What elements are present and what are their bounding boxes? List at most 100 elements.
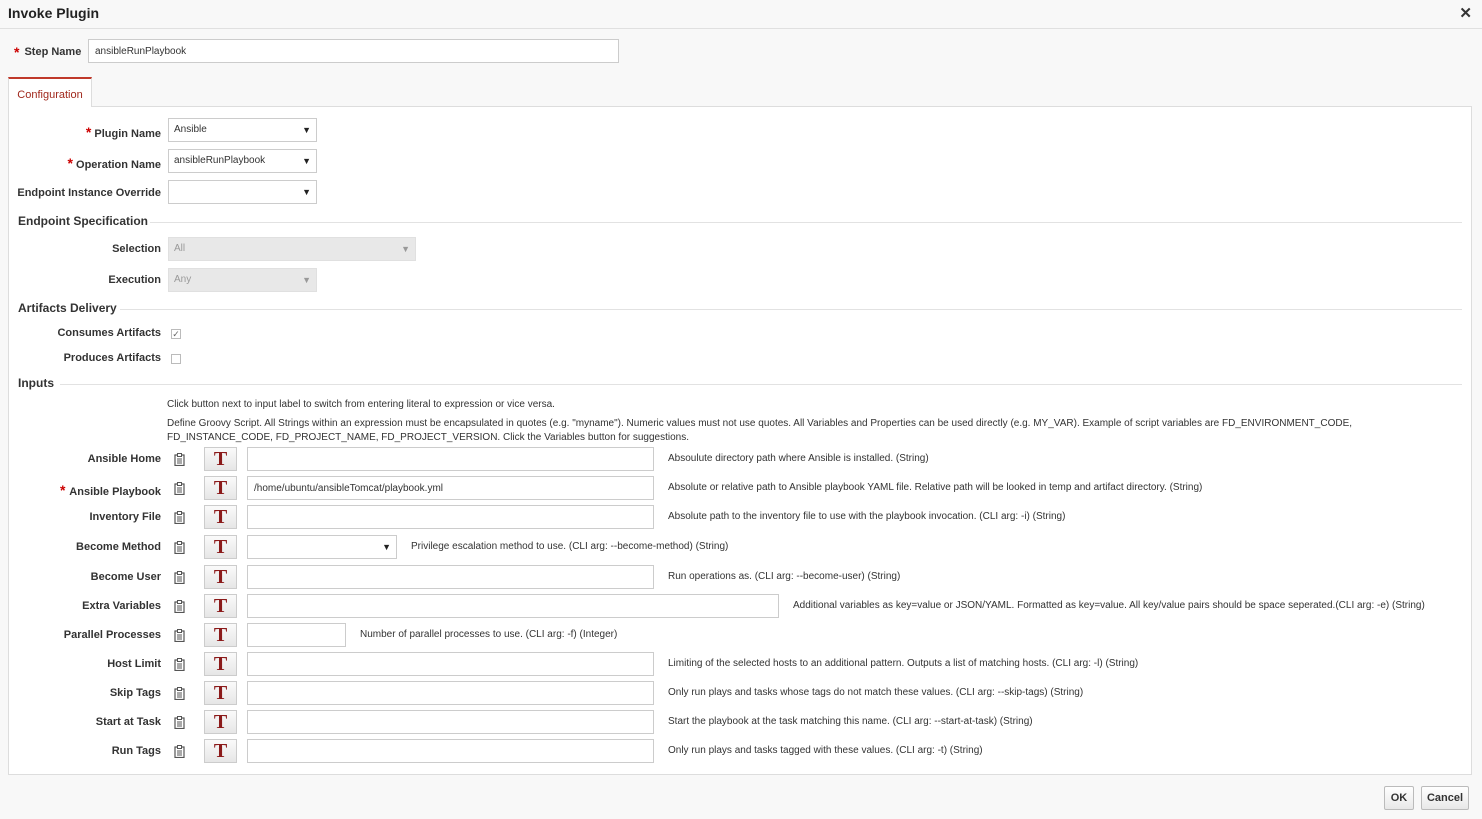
input-label: Extra Variables xyxy=(82,600,161,612)
input-field[interactable] xyxy=(247,594,779,618)
endpoint-override-label: Endpoint Instance Override xyxy=(17,187,161,199)
input-label-text: Inventory File xyxy=(89,511,161,523)
selection-value: All xyxy=(174,243,186,254)
cancel-button[interactable]: Cancel xyxy=(1421,786,1469,810)
endpoint-override-select[interactable]: ▼ xyxy=(168,180,317,204)
endpoint-spec-heading: Endpoint Specification xyxy=(18,214,149,228)
literal-expression-toggle-button[interactable]: T xyxy=(204,535,237,559)
operation-name-label-row: * Operation Name xyxy=(68,155,161,171)
clipboard-icon[interactable] xyxy=(172,480,186,496)
clipboard-icon[interactable] xyxy=(172,714,186,730)
input-label-text: Ansible Home xyxy=(87,453,161,465)
clipboard-icon[interactable] xyxy=(172,539,186,555)
input-field[interactable] xyxy=(247,681,654,705)
input-description: Number of parallel processes to use. (CL… xyxy=(360,629,618,640)
input-label: Inventory File xyxy=(89,511,161,523)
become-method-select[interactable]: ▼ xyxy=(247,535,397,559)
required-marker: * xyxy=(59,482,70,498)
input-label: Skip Tags xyxy=(110,687,161,699)
step-name-row: * Step Name xyxy=(14,40,81,64)
produces-artifacts-label: Produces Artifacts xyxy=(63,352,161,364)
literal-expression-toggle-button[interactable]: T xyxy=(204,565,237,589)
input-label: Start at Task xyxy=(96,716,161,728)
produces-artifacts-checkbox[interactable] xyxy=(171,354,181,364)
divider xyxy=(120,309,1462,310)
literal-expression-toggle-button[interactable]: T xyxy=(204,652,237,676)
input-label: Run Tags xyxy=(112,745,161,757)
execution-label: Execution xyxy=(108,274,161,286)
plugin-name-label: Plugin Name xyxy=(94,128,161,140)
execution-value: Any xyxy=(174,274,192,285)
inputs-note-groovy: Define Groovy Script. All Strings within… xyxy=(167,418,1353,443)
close-icon[interactable]: ✕ xyxy=(1459,4,1472,22)
input-field[interactable] xyxy=(247,652,654,676)
literal-expression-toggle-button[interactable]: T xyxy=(204,739,237,763)
dialog-title: Invoke Plugin xyxy=(8,5,100,21)
input-description: Start the playbook at the task matching … xyxy=(668,716,1033,727)
operation-name-label: Operation Name xyxy=(76,159,161,171)
input-label-text: Skip Tags xyxy=(109,687,161,699)
plugin-name-value: Ansible xyxy=(174,124,207,135)
chevron-down-icon: ▼ xyxy=(382,542,391,552)
required-marker: * xyxy=(14,44,20,60)
input-field[interactable] xyxy=(247,739,654,763)
required-marker: * xyxy=(67,155,73,171)
inputs-note-toggle: Click button next to input label to swit… xyxy=(167,399,555,410)
chevron-down-icon: ▼ xyxy=(302,275,311,285)
input-field[interactable] xyxy=(247,623,346,647)
step-name-input[interactable] xyxy=(88,39,619,63)
chevron-down-icon: ▼ xyxy=(302,187,311,197)
input-description: Only run plays and tasks whose tags do n… xyxy=(668,687,1084,698)
literal-expression-toggle-button[interactable]: T xyxy=(204,447,237,471)
input-description: Absolute path to the inventory file to u… xyxy=(668,511,1066,522)
literal-expression-toggle-button[interactable]: T xyxy=(204,505,237,529)
execution-select: Any ▼ xyxy=(168,268,317,292)
input-label-text: Ansible Playbook xyxy=(69,486,161,498)
selection-select: All ▼ xyxy=(168,237,416,261)
divider xyxy=(150,222,1462,223)
clipboard-icon[interactable] xyxy=(172,656,186,672)
chevron-down-icon: ▼ xyxy=(302,125,311,135)
input-label-text: Parallel Processes xyxy=(63,629,161,641)
input-description: Run operations as. (CLI arg: --become-us… xyxy=(668,571,901,582)
input-field[interactable] xyxy=(247,476,654,500)
ok-button[interactable]: OK xyxy=(1384,786,1414,810)
input-field[interactable] xyxy=(247,447,654,471)
clipboard-icon[interactable] xyxy=(172,451,186,467)
consumes-artifacts-checkbox[interactable]: ✓ xyxy=(171,329,181,339)
input-label-text: Extra Variables xyxy=(82,600,161,612)
dialog-titlebar: Invoke Plugin ✕ xyxy=(0,0,1482,29)
input-label: Parallel Processes xyxy=(64,629,161,641)
input-label-text: Start at Task xyxy=(95,716,161,728)
input-field[interactable] xyxy=(247,565,654,589)
tab-configuration[interactable]: Configuration xyxy=(8,77,92,107)
consumes-artifacts-label: Consumes Artifacts xyxy=(57,327,161,339)
clipboard-icon[interactable] xyxy=(172,569,186,585)
input-label: Ansible Home xyxy=(88,453,161,465)
plugin-name-select[interactable]: Ansible ▼ xyxy=(168,118,317,142)
literal-expression-toggle-button[interactable]: T xyxy=(204,710,237,734)
literal-expression-toggle-button[interactable]: T xyxy=(204,623,237,647)
input-label-text: Become Method xyxy=(76,541,161,553)
operation-name-select[interactable]: ansibleRunPlaybook ▼ xyxy=(168,149,317,173)
input-field[interactable] xyxy=(247,505,654,529)
input-label-text: Run Tags xyxy=(111,745,161,757)
clipboard-icon[interactable] xyxy=(172,627,186,643)
input-description: Limiting of the selected hosts to an add… xyxy=(668,658,1139,669)
plugin-name-label-row: * Plugin Name xyxy=(86,124,161,140)
artifacts-heading: Artifacts Delivery xyxy=(18,301,117,315)
literal-expression-toggle-button[interactable]: T xyxy=(204,476,237,500)
input-label: Host Limit xyxy=(107,658,161,670)
input-field[interactable] xyxy=(247,710,654,734)
clipboard-icon[interactable] xyxy=(172,743,186,759)
selection-label: Selection xyxy=(112,243,161,255)
operation-name-value: ansibleRunPlaybook xyxy=(174,155,266,166)
literal-expression-toggle-button[interactable]: T xyxy=(204,681,237,705)
clipboard-icon[interactable] xyxy=(172,685,186,701)
input-description: Additional variables as key=value or JSO… xyxy=(793,600,1425,611)
required-marker: * xyxy=(85,124,92,140)
input-description: Privilege escalation method to use. (CLI… xyxy=(411,541,729,552)
literal-expression-toggle-button[interactable]: T xyxy=(204,594,237,618)
clipboard-icon[interactable] xyxy=(172,509,186,525)
clipboard-icon[interactable] xyxy=(172,598,186,614)
